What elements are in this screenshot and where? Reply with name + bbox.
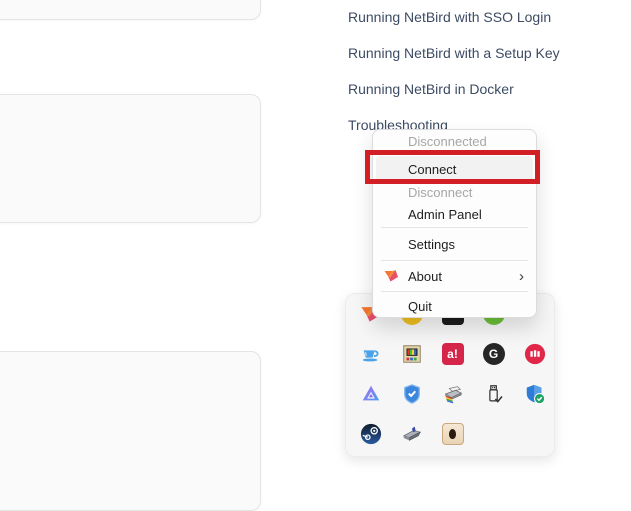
submenu-chevron-icon: ›	[519, 269, 524, 284]
doc-link-setup-key[interactable]: Running NetBird with a Setup Key	[348, 45, 560, 61]
steam-icon	[360, 423, 382, 445]
doc-link-docker[interactable]: Running NetBird in Docker	[348, 81, 514, 97]
menu-item-connect[interactable]: Connect	[373, 154, 536, 184]
usb-eject-icon	[483, 383, 505, 405]
windows-security-tray-icon[interactable]	[514, 374, 555, 414]
doc-code-card-top	[0, 0, 261, 20]
blue-shield-check-icon	[401, 383, 423, 405]
steam-tray-icon[interactable]	[350, 414, 391, 454]
red-circle-icon	[524, 343, 546, 365]
doc-link-sso-login[interactable]: Running NetBird with SSO Login	[348, 9, 551, 25]
doc-code-card-bottom	[0, 351, 261, 511]
photo-frame-icon	[401, 343, 423, 365]
gradient-triangle-icon	[360, 383, 382, 405]
windows-security-shield-icon	[524, 383, 546, 405]
netbird-logo-icon	[383, 269, 400, 283]
scanner-icon	[401, 423, 423, 445]
doc-code-card-middle	[0, 94, 261, 223]
about-label: About	[408, 269, 442, 284]
action-a-icon: a!	[442, 343, 464, 365]
menu-separator	[381, 291, 528, 292]
logitech-g-icon: G	[483, 343, 505, 365]
menu-item-settings[interactable]: Settings	[373, 231, 536, 257]
key-cap-icon	[442, 423, 464, 445]
keyboard-key-tray-icon[interactable]	[432, 414, 473, 454]
menu-item-admin-panel[interactable]: Admin Panel	[373, 202, 536, 226]
photo-viewer-tray-icon[interactable]	[391, 334, 432, 374]
menu-item-about[interactable]: About ›	[373, 263, 536, 289]
printer-tray-icon[interactable]	[432, 374, 473, 414]
empty-tray-cell	[514, 414, 555, 454]
menu-separator	[381, 227, 528, 228]
shield-check-tray-icon[interactable]	[391, 374, 432, 414]
printer-icon	[442, 383, 464, 405]
menu-item-disconnected-status: Disconnected	[373, 131, 536, 152]
red-circle-app-tray-icon[interactable]	[514, 334, 555, 374]
key-blob-icon	[449, 429, 456, 439]
netbird-context-menu: Disconnected Connect Disconnect Admin Pa…	[372, 129, 537, 318]
coffee-cup-icon	[360, 343, 382, 365]
connect-label: Connect	[408, 162, 456, 177]
action-recorder-tray-icon[interactable]: a!	[432, 334, 473, 374]
empty-tray-cell	[473, 414, 514, 454]
menu-item-disconnect: Disconnect	[373, 183, 536, 202]
coffee-cup-tray-icon[interactable]	[350, 334, 391, 374]
usb-safely-remove-tray-icon[interactable]	[473, 374, 514, 414]
menu-item-quit[interactable]: Quit	[373, 294, 536, 318]
gradient-triangle-tray-icon[interactable]	[350, 374, 391, 414]
scanner-tool-tray-icon[interactable]	[391, 414, 432, 454]
menu-separator	[381, 260, 528, 261]
logitech-g-tray-icon[interactable]: G	[473, 334, 514, 374]
